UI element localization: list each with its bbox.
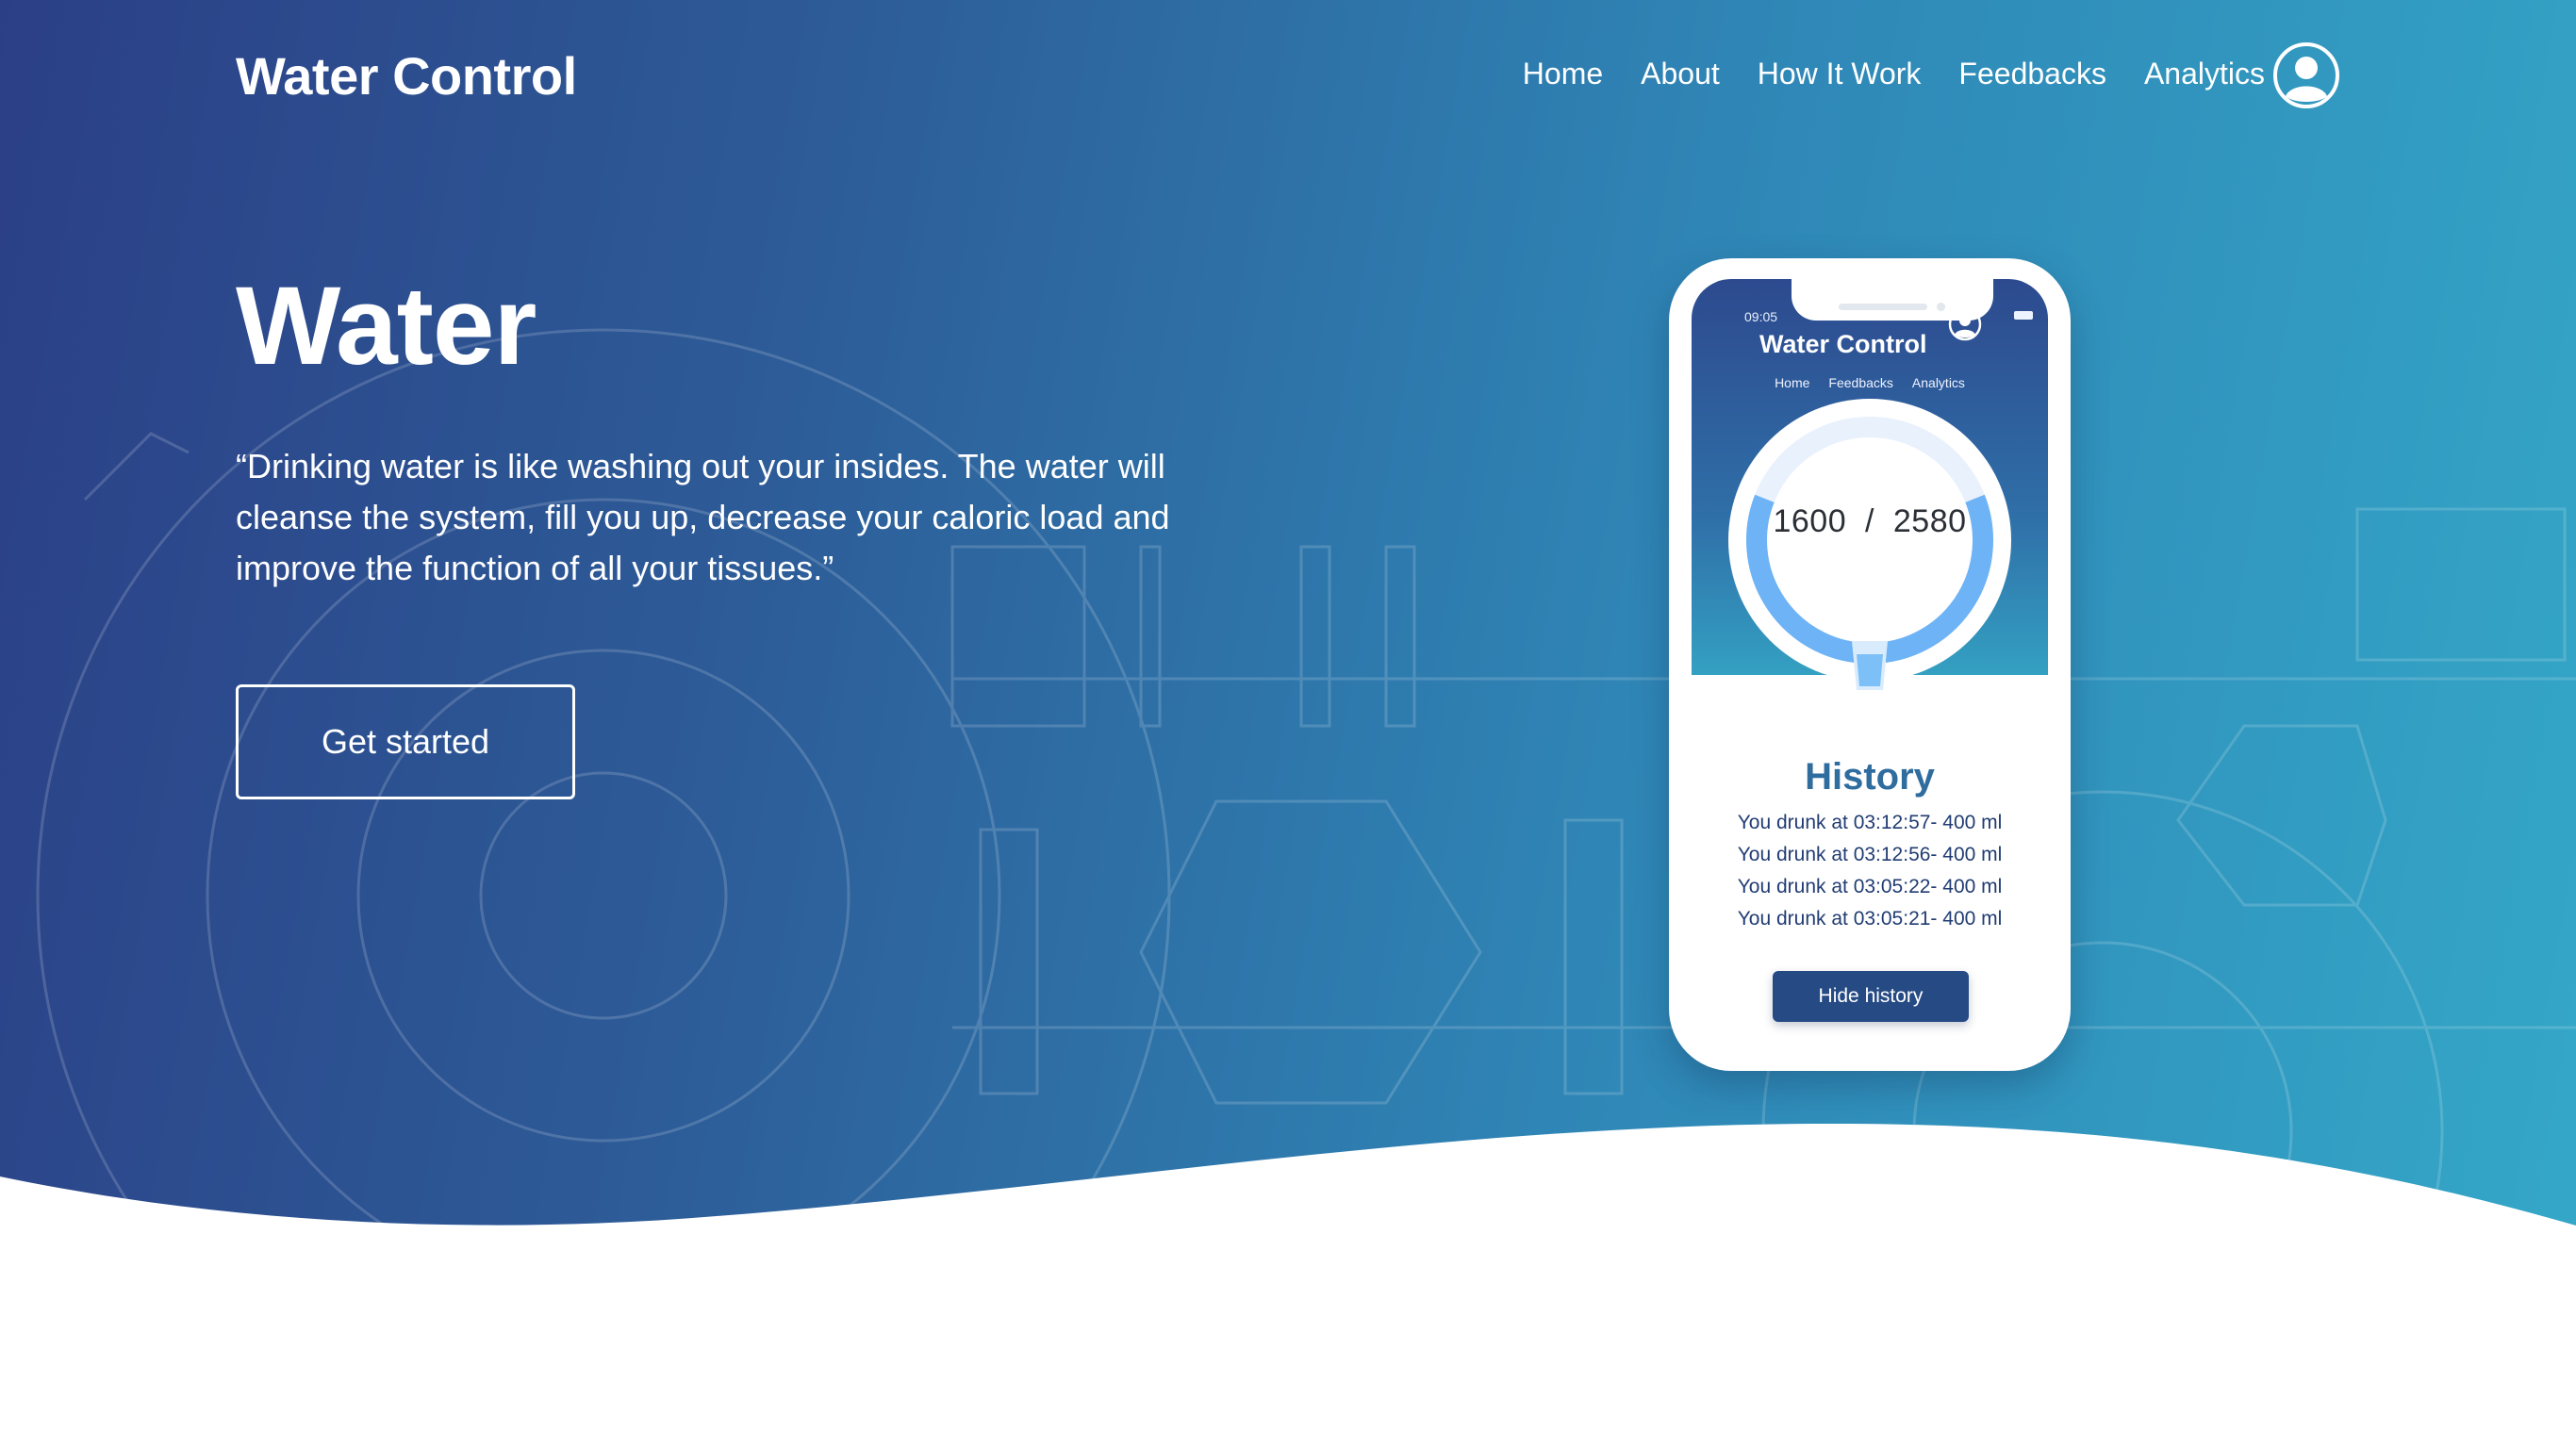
- history-entry: You drunk at 03:05:21- 400 ml: [1737, 908, 2003, 930]
- hero-title: Water: [236, 264, 537, 388]
- history-entry: You drunk at 03:12:57- 400 ml: [1737, 812, 2003, 833]
- hide-history-button[interactable]: Hide history: [1773, 971, 1969, 1022]
- hero-quote: “Drinking water is like washing out your…: [236, 447, 1170, 587]
- main-nav: Home About How It Work Feedbacks Analyti…: [1523, 57, 2265, 91]
- history-entry: You drunk at 03:12:56- 400 ml: [1737, 844, 2003, 865]
- speaker-grille: [1839, 304, 1927, 310]
- camera-icon: [1937, 303, 1945, 311]
- history-title: History: [1805, 756, 1935, 798]
- nav-home[interactable]: Home: [1523, 57, 1603, 91]
- battery-icon: [2014, 311, 2033, 320]
- phone-user-icon[interactable]: [1948, 307, 1982, 341]
- water-glass-icon[interactable]: [1848, 637, 1891, 694]
- phone-brand: Water Control: [1759, 330, 1927, 358]
- gauge-readout: 1600 / 2580: [1707, 503, 2033, 540]
- nav-feedbacks[interactable]: Feedbacks: [1958, 57, 2106, 91]
- nav-how-it-work[interactable]: How It Work: [1758, 57, 1922, 91]
- gauge-separator: /: [1865, 503, 1874, 539]
- brand-logo-text[interactable]: Water Control: [236, 45, 577, 107]
- nav-analytics[interactable]: Analytics: [2144, 57, 2265, 91]
- history-list: You drunk at 03:12:57- 400 ml You drunk …: [1669, 807, 2071, 935]
- status-time: 09:05: [1744, 309, 1778, 324]
- gauge-goal: 2580: [1892, 503, 1967, 539]
- history-entry: You drunk at 03:05:22- 400 ml: [1737, 876, 2003, 897]
- get-started-button[interactable]: Get started: [236, 684, 575, 799]
- user-circle-icon[interactable]: [2272, 41, 2340, 109]
- gauge-current: 1600: [1773, 503, 1847, 539]
- nav-about[interactable]: About: [1641, 57, 1720, 91]
- hero-section: Water Control Home About How It Work Fee…: [0, 0, 2576, 1448]
